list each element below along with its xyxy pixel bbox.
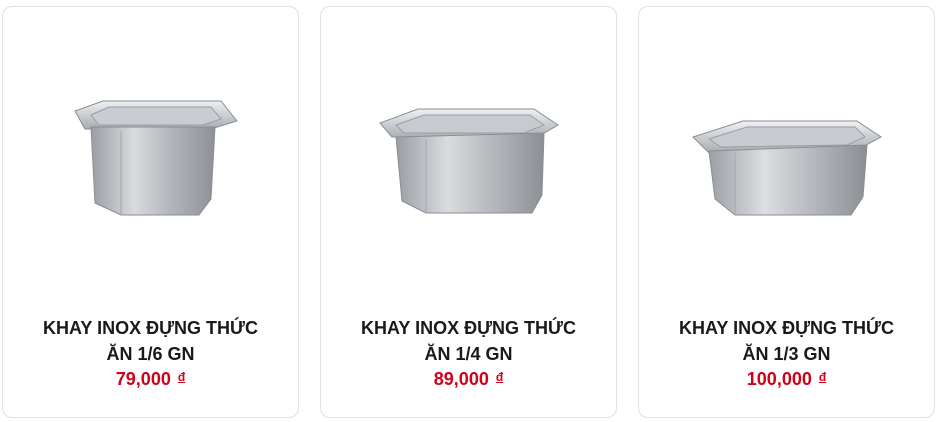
steel-pan-icon	[73, 100, 238, 216]
product-title-line1[interactable]: KHAY INOX ĐỰNG THỨC	[13, 315, 288, 341]
product-price: 100,000 đ	[639, 367, 934, 389]
product-title[interactable]: KHAY INOX ĐỰNG THỨC ĂN 1/6 GN	[13, 315, 288, 367]
price-value: 89,000	[433, 369, 489, 389]
product-image[interactable]	[321, 87, 616, 247]
product-image[interactable]	[639, 87, 934, 247]
product-card[interactable]: KHAY INOX ĐỰNG THỨC ĂN 1/4 GN 89,000 đ	[320, 6, 617, 418]
steel-pan-icon	[378, 108, 559, 214]
currency-symbol: đ	[495, 370, 504, 384]
product-title[interactable]: KHAY INOX ĐỰNG THỨC ĂN 1/3 GN	[649, 315, 924, 367]
steel-pan-icon	[691, 120, 882, 216]
product-price: 79,000 đ	[3, 367, 298, 389]
product-card[interactable]: KHAY INOX ĐỰNG THỨC ĂN 1/3 GN 100,000 đ	[638, 6, 935, 418]
price-value: 100,000	[746, 369, 812, 389]
price-value: 79,000	[115, 369, 171, 389]
currency-symbol: đ	[818, 370, 827, 384]
product-title-line2[interactable]: ĂN 1/4 GN	[331, 341, 606, 367]
product-title-line1[interactable]: KHAY INOX ĐỰNG THỨC	[649, 315, 924, 341]
product-price: 89,000 đ	[321, 367, 616, 389]
product-card[interactable]: KHAY INOX ĐỰNG THỨC ĂN 1/6 GN 79,000 đ	[2, 6, 299, 418]
product-title-line2[interactable]: ĂN 1/3 GN	[649, 341, 924, 367]
product-title-line2[interactable]: ĂN 1/6 GN	[13, 341, 288, 367]
currency-symbol: đ	[177, 370, 186, 384]
product-image[interactable]	[3, 87, 298, 247]
product-title-line1[interactable]: KHAY INOX ĐỰNG THỨC	[331, 315, 606, 341]
product-title[interactable]: KHAY INOX ĐỰNG THỨC ĂN 1/4 GN	[331, 315, 606, 367]
